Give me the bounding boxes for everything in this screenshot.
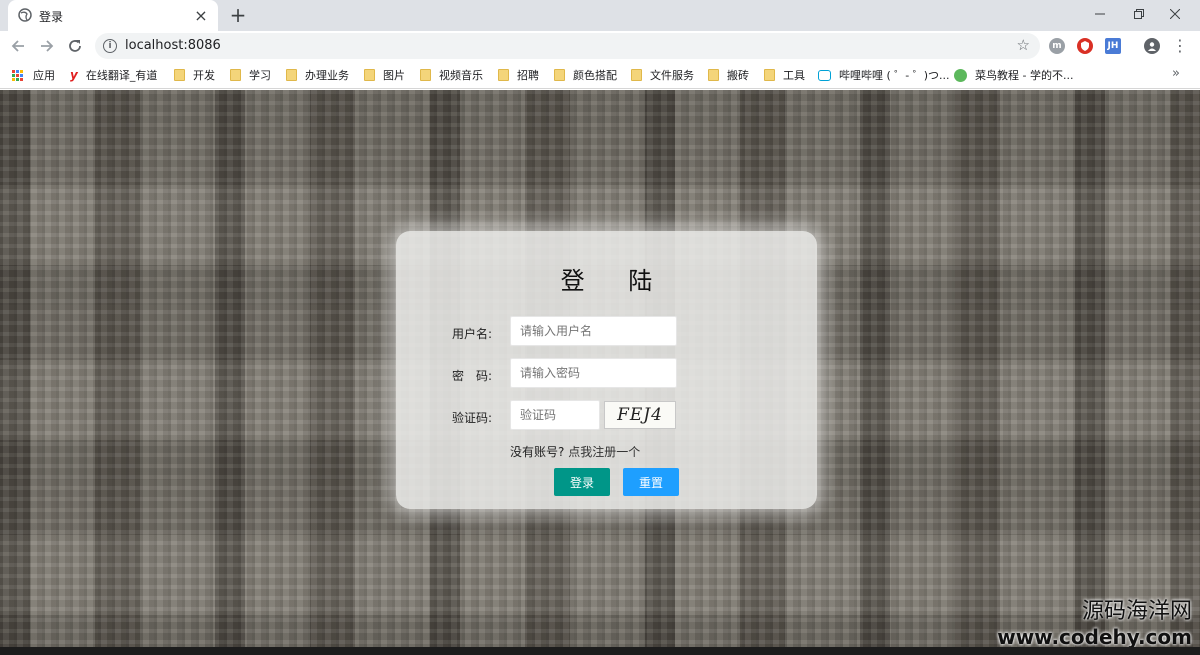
captcha-image[interactable]: FEJ4 (604, 401, 676, 429)
bookmark-folder-files[interactable]: 文件服务 (631, 67, 694, 83)
bookmark-folder-colors[interactable]: 颜色搭配 (554, 67, 617, 83)
username-input[interactable] (510, 316, 677, 346)
url-text: localhost:8086 (125, 38, 221, 53)
captcha-input[interactable] (510, 400, 600, 430)
apps-grid-icon (12, 69, 23, 81)
arrow-right-icon[interactable] (35, 34, 59, 58)
captcha-label: 验证码: (451, 411, 492, 425)
profile-avatar-icon[interactable] (1144, 38, 1160, 54)
folder-icon (708, 69, 719, 81)
address-bar[interactable]: i localhost:8086 ☆ (95, 33, 1040, 59)
bookmark-youdao[interactable]: y 在线翻译_有道 (70, 67, 157, 83)
bookmark-folder-images[interactable]: 图片 (364, 67, 405, 83)
youdao-icon: y (70, 68, 78, 82)
plus-icon[interactable]: + (228, 3, 248, 27)
folder-icon (230, 69, 241, 81)
bookmark-apps[interactable]: 应用 (12, 67, 55, 83)
login-page-background: 登 陆 用户名: 密 码: 验证码: FEJ4 没有账号? 点我注册一个 登录 … (0, 90, 1200, 655)
username-label: 用户名: (451, 327, 492, 341)
register-question: 没有账号? (510, 445, 565, 459)
bilibili-icon (818, 69, 831, 81)
login-panel: 登 陆 用户名: 密 码: 验证码: FEJ4 没有账号? 点我注册一个 登录 … (396, 231, 817, 509)
runoob-icon (954, 68, 967, 82)
bookmark-folder-tools[interactable]: 工具 (764, 67, 805, 83)
close-icon[interactable]: × (192, 6, 210, 25)
info-icon[interactable]: i (103, 39, 117, 53)
browser-toolbar: i localhost:8086 ☆ m JH ⋮ (0, 31, 1200, 61)
folder-icon (554, 69, 565, 81)
login-button[interactable]: 登录 (554, 468, 610, 496)
watermark: 源码海洋网 www.codehy.com (997, 599, 1192, 649)
folder-icon (631, 69, 642, 81)
m-extension-icon[interactable]: m (1049, 38, 1065, 54)
browser-tab[interactable]: 登录 × (8, 0, 218, 31)
bookmark-folder-business[interactable]: 办理业务 (286, 67, 349, 83)
reload-icon[interactable] (63, 34, 87, 58)
restore-icon[interactable] (1124, 4, 1154, 24)
bookmark-folder-work[interactable]: 搬砖 (708, 67, 749, 83)
folder-icon (174, 69, 185, 81)
bookmark-folder-media[interactable]: 视频音乐 (420, 67, 483, 83)
folder-icon (498, 69, 509, 81)
chevron-double-right-icon[interactable]: » (1172, 66, 1180, 81)
password-label: 密 码: (451, 369, 492, 383)
folder-icon (286, 69, 297, 81)
more-menu-icon[interactable]: ⋮ (1172, 36, 1188, 55)
tab-title: 登录 (39, 10, 64, 24)
watermark-title: 源码海洋网 (1081, 599, 1192, 624)
arrow-left-icon[interactable] (6, 34, 30, 58)
bookmark-bilibili[interactable]: 哔哩哔哩 ( ゜- ゜)つ... (818, 67, 950, 83)
folder-icon (764, 69, 775, 81)
bookmark-runoob[interactable]: 菜鸟教程 - 学的不... (954, 67, 1073, 83)
globe-icon (18, 8, 32, 22)
bookmark-folder-dev[interactable]: 开发 (174, 67, 215, 83)
tab-strip: 登录 × + (0, 0, 1200, 31)
star-icon[interactable]: ☆ (1017, 36, 1030, 54)
bookmark-folder-jobs[interactable]: 招聘 (498, 67, 539, 83)
reset-button[interactable]: 重置 (623, 468, 679, 496)
close-icon[interactable] (1160, 4, 1190, 24)
folder-icon (364, 69, 375, 81)
taskbar (0, 647, 1200, 655)
password-input[interactable] (510, 358, 677, 388)
register-prompt: 没有账号? 点我注册一个 (510, 443, 640, 460)
watermark-url: www.codehy.com (997, 625, 1192, 649)
bookmark-folder-study[interactable]: 学习 (230, 67, 271, 83)
register-link[interactable]: 点我注册一个 (568, 445, 640, 459)
minimize-icon[interactable] (1085, 4, 1115, 24)
shield-extension-icon[interactable] (1077, 38, 1093, 54)
bookmarks-bar: 应用 y 在线翻译_有道 开发 学习 办理业务 图片 视频音乐 招聘 颜色搭配 … (0, 61, 1200, 89)
jh-extension-icon[interactable]: JH (1105, 38, 1121, 54)
login-title: 登 陆 (560, 267, 671, 295)
folder-icon (420, 69, 431, 81)
